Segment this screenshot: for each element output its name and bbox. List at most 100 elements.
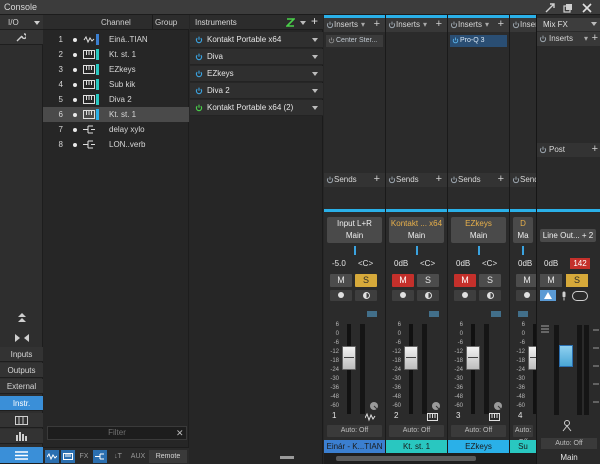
strip-menu-icon[interactable] [367, 311, 377, 317]
volume-readout[interactable]: 0dB [394, 259, 408, 268]
inserts-header[interactable]: Inserts ▾ + [324, 18, 385, 32]
instrument-menu-arrow[interactable] [300, 21, 306, 25]
channel-list-row[interactable]: 3 EZkeys [43, 62, 189, 77]
visibility-dot-icon[interactable] [73, 128, 77, 132]
audio-filter-button[interactable] [45, 450, 59, 463]
sends-header[interactable]: Sends [510, 173, 543, 187]
volume-readout[interactable]: 0dB [456, 259, 470, 268]
instrument-power-icon[interactable] [195, 36, 203, 44]
power-icon[interactable] [450, 21, 458, 29]
slot-power-icon[interactable] [328, 37, 335, 44]
channel-list-row[interactable]: 5 Diva 2 [43, 92, 189, 107]
channel-list-row[interactable]: 1 Einá..TIAN [43, 32, 189, 47]
instrument-row[interactable]: Diva [190, 49, 323, 65]
main-monitor-button[interactable] [540, 290, 556, 301]
add-insert-button[interactable]: + [498, 17, 504, 31]
remote-button[interactable]: Remote [149, 450, 187, 463]
monitor-button[interactable] [417, 290, 439, 301]
output-selector[interactable]: Main [389, 231, 444, 240]
post-power-icon[interactable] [539, 146, 547, 154]
meters-button[interactable] [0, 429, 43, 444]
pan-readout[interactable]: <C> [420, 259, 435, 268]
insert-slot[interactable]: Center Ster... [326, 35, 383, 47]
expand-width-icon[interactable] [14, 333, 30, 343]
sends-power-icon[interactable] [326, 176, 334, 184]
detach-icon[interactable] [563, 3, 573, 13]
main-inserts-arrow[interactable]: ▾ [584, 32, 588, 46]
input-selector[interactable]: D [513, 219, 533, 228]
visibility-dot-icon[interactable] [73, 83, 77, 87]
input-selector[interactable]: EZkeys [451, 219, 506, 228]
main-volume-readout[interactable]: 0dB [544, 259, 558, 268]
channel-list-row[interactable]: 6 Kt. st. 1 [43, 107, 189, 122]
instrument-dropdown-arrow[interactable] [312, 55, 318, 59]
volume-fader[interactable] [342, 346, 356, 370]
fader-knob-icon[interactable] [431, 401, 441, 411]
instrument-power-icon[interactable] [195, 87, 203, 95]
input-selector[interactable]: Kontakt ... x64 [389, 219, 444, 228]
expand-icon[interactable] [545, 3, 555, 13]
visibility-dot-icon[interactable] [73, 113, 77, 117]
io-routing[interactable]: D Ma [513, 217, 533, 243]
automation-mode[interactable]: Auto: Off [513, 425, 533, 446]
insert-slot[interactable]: Pro-Q 3 [450, 35, 507, 47]
sends-header[interactable]: Sends + [448, 173, 509, 187]
sends-header[interactable]: Sends + [324, 173, 385, 187]
strips-scrollbar[interactable] [324, 453, 536, 464]
sends-power-icon[interactable] [450, 176, 458, 184]
instrument-dropdown-arrow[interactable] [312, 106, 318, 110]
volume-readout[interactable]: -5.0 [332, 259, 346, 268]
instrument-filter-button[interactable] [61, 450, 75, 463]
fader-knob-icon[interactable] [369, 401, 379, 411]
visibility-dot-icon[interactable] [73, 143, 77, 147]
main-mute-button[interactable]: M [540, 274, 562, 287]
inserts-dropdown-arrow[interactable]: ▾ [361, 21, 365, 29]
inserts-header[interactable]: Inserts [510, 18, 544, 32]
record-arm-button[interactable] [330, 290, 352, 301]
mute-button[interactable]: M [392, 274, 414, 287]
outputs-button[interactable]: Outputs [0, 363, 43, 378]
add-send-button[interactable]: + [498, 172, 504, 186]
banks-button[interactable] [0, 413, 43, 428]
strip-menu-icon[interactable] [491, 311, 501, 317]
main-strip-name[interactable]: Main [537, 451, 600, 464]
monitor-button[interactable] [355, 290, 377, 301]
pan-slider[interactable] [389, 245, 444, 255]
pan-slider[interactable] [513, 245, 533, 255]
filter-input[interactable]: Filter [47, 426, 187, 440]
power-icon[interactable] [326, 21, 334, 29]
wrench-button[interactable] [0, 30, 43, 45]
fader-knob-icon[interactable] [493, 401, 503, 411]
instrument-row[interactable]: Kontakt Portable x64 [190, 32, 323, 48]
mix-fx-dropdown-arrow[interactable] [591, 22, 597, 26]
talkback-mic-icon[interactable] [560, 291, 568, 301]
volume-fader[interactable] [404, 346, 418, 370]
inserts-dropdown-arrow[interactable]: ▾ [423, 21, 427, 29]
channel-list-row[interactable]: 7 delay xylo [43, 122, 189, 137]
add-send-button[interactable]: + [374, 172, 380, 186]
main-solo-button[interactable]: S [566, 274, 588, 287]
add-insert-button[interactable]: + [374, 17, 380, 31]
automation-mode[interactable]: Auto: Off [327, 425, 382, 437]
channel-list-row[interactable]: 2 Kt. st. 1 [43, 47, 189, 62]
fx-filter-button[interactable]: FX [77, 450, 91, 463]
power-icon[interactable] [388, 21, 396, 29]
io-routing[interactable]: EZkeys Main [451, 217, 506, 243]
main-fader-cap[interactable] [559, 345, 573, 367]
pan-readout[interactable]: <C> [482, 259, 497, 268]
solo-button[interactable]: S [417, 274, 439, 287]
record-arm-button[interactable] [516, 290, 538, 301]
inserts-header[interactable]: Inserts ▾ + [448, 18, 509, 32]
power-icon[interactable] [539, 35, 547, 43]
record-arm-button[interactable] [454, 290, 476, 301]
automation-mode[interactable]: Auto: Off [451, 425, 506, 437]
main-automation-mode[interactable]: Auto: Off [541, 438, 597, 449]
external-button[interactable]: External [0, 379, 43, 394]
add-send-button[interactable]: + [436, 172, 442, 186]
strip-name[interactable]: Su [510, 440, 536, 453]
main-output-selector[interactable]: Line Out... + 2 [540, 229, 596, 242]
pan-slider[interactable] [451, 245, 506, 255]
strip-menu-icon[interactable] [429, 311, 439, 317]
record-arm-button[interactable] [392, 290, 414, 301]
strip-name[interactable]: Einár - K...TIAN [324, 440, 385, 453]
